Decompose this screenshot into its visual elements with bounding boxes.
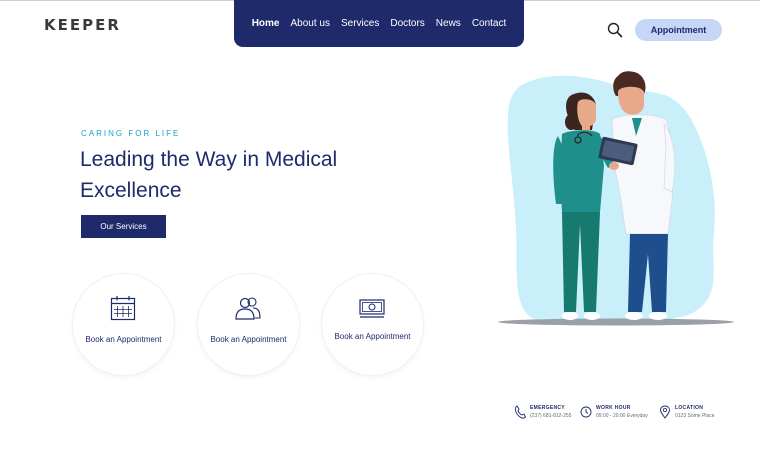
search-icon[interactable] [607, 22, 623, 38]
service-card-appointment-3[interactable]: Book an Appointment [322, 274, 423, 375]
hero-headline: Leading the Way in Medical Excellence [80, 148, 338, 202]
doctors-illustration [498, 71, 734, 326]
nav-item-doctors[interactable]: Doctors [390, 18, 424, 29]
contact-title: EMERGENCY [530, 405, 565, 411]
main-nav: Home About us Services Doctors News Cont… [234, 0, 524, 47]
nav-item-news[interactable]: News [436, 18, 461, 29]
clock-icon [580, 406, 592, 418]
contact-value: 09:00 - 20:00 Everyday [596, 413, 648, 419]
nav-item-about-us[interactable]: About us [291, 18, 330, 29]
location-icon [660, 405, 670, 419]
nav-item-contact[interactable]: Contact [472, 18, 506, 29]
service-card-appointment-1[interactable]: Book an Appointment [73, 274, 174, 375]
card-label: Book an Appointment [210, 335, 287, 344]
contact-value: (237) 681-812-255 [530, 413, 572, 419]
hero-tagline: CARING FOR LIFE [81, 129, 181, 138]
calendar-icon [110, 296, 136, 321]
contact-emergency: EMERGENCY (237) 681-812-255 [514, 405, 571, 419]
nav-item-services[interactable]: Services [341, 18, 379, 29]
service-card-appointment-2[interactable]: Book an Appointment [198, 274, 299, 375]
contact-title: LOCATION [675, 405, 704, 411]
nav-item-home[interactable]: Home [252, 18, 280, 29]
contact-title: WORK HOUR [596, 405, 631, 411]
card-label: Book an Appointment [334, 332, 411, 341]
contact-location: LOCATION 0123 Some Place [659, 405, 714, 419]
users-icon [235, 297, 261, 320]
contact-work-hour: WORK HOUR 09:00 - 20:00 Everyday [580, 405, 648, 419]
appointment-button[interactable]: Appointment [635, 19, 722, 41]
brand-logo[interactable]: KEEPER [44, 16, 121, 34]
phone-icon [515, 405, 526, 419]
card-label: Book an Appointment [85, 335, 162, 344]
contact-value: 0123 Some Place [675, 413, 715, 419]
our-services-button[interactable]: Our Services [81, 215, 166, 238]
money-icon [359, 299, 385, 318]
